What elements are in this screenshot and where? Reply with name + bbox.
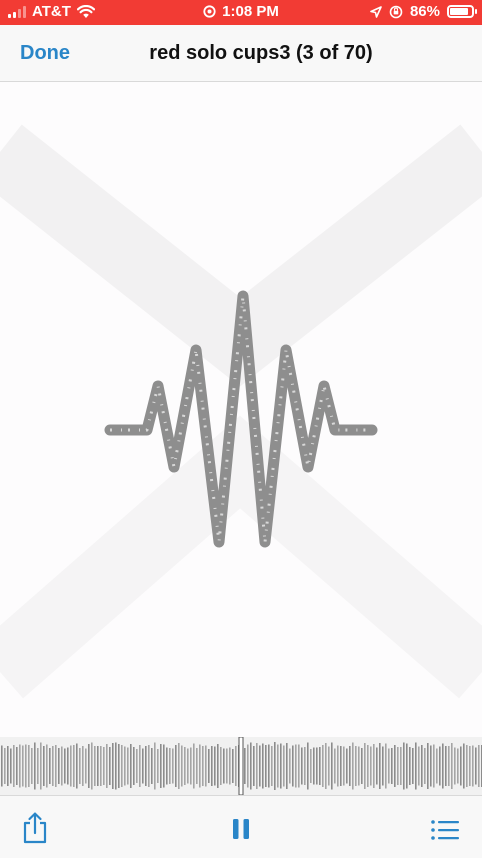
- pause-icon[interactable]: [231, 818, 251, 840]
- audio-waveform-icon: [0, 124, 482, 699]
- playhead[interactable]: [238, 737, 244, 795]
- battery-icon: [447, 5, 477, 18]
- clock-label: 1:08 PM: [222, 3, 279, 20]
- battery-percent-label: 86%: [409, 3, 440, 20]
- share-icon[interactable]: [22, 812, 48, 844]
- status-bar: AT&T 1:08 PM 86%: [0, 0, 482, 25]
- nav-bar: Done red solo cups3 (3 of 70): [0, 25, 482, 82]
- screen: AT&T 1:08 PM 86% Done red solo cups3 (3 …: [0, 0, 482, 858]
- waveform-scrubber[interactable]: [0, 737, 482, 795]
- orientation-lock-icon: [389, 5, 403, 18]
- status-right: 86%: [370, 3, 477, 20]
- battery-fill: [450, 8, 469, 15]
- location-icon: [370, 5, 382, 18]
- bottom-toolbar: [0, 795, 482, 858]
- alarm-icon: [203, 5, 216, 18]
- page-title: red solo cups3 (3 of 70): [149, 42, 373, 64]
- media-preview[interactable]: [0, 82, 482, 737]
- scrubber-bars: [1, 737, 482, 795]
- list-icon[interactable]: [430, 819, 460, 841]
